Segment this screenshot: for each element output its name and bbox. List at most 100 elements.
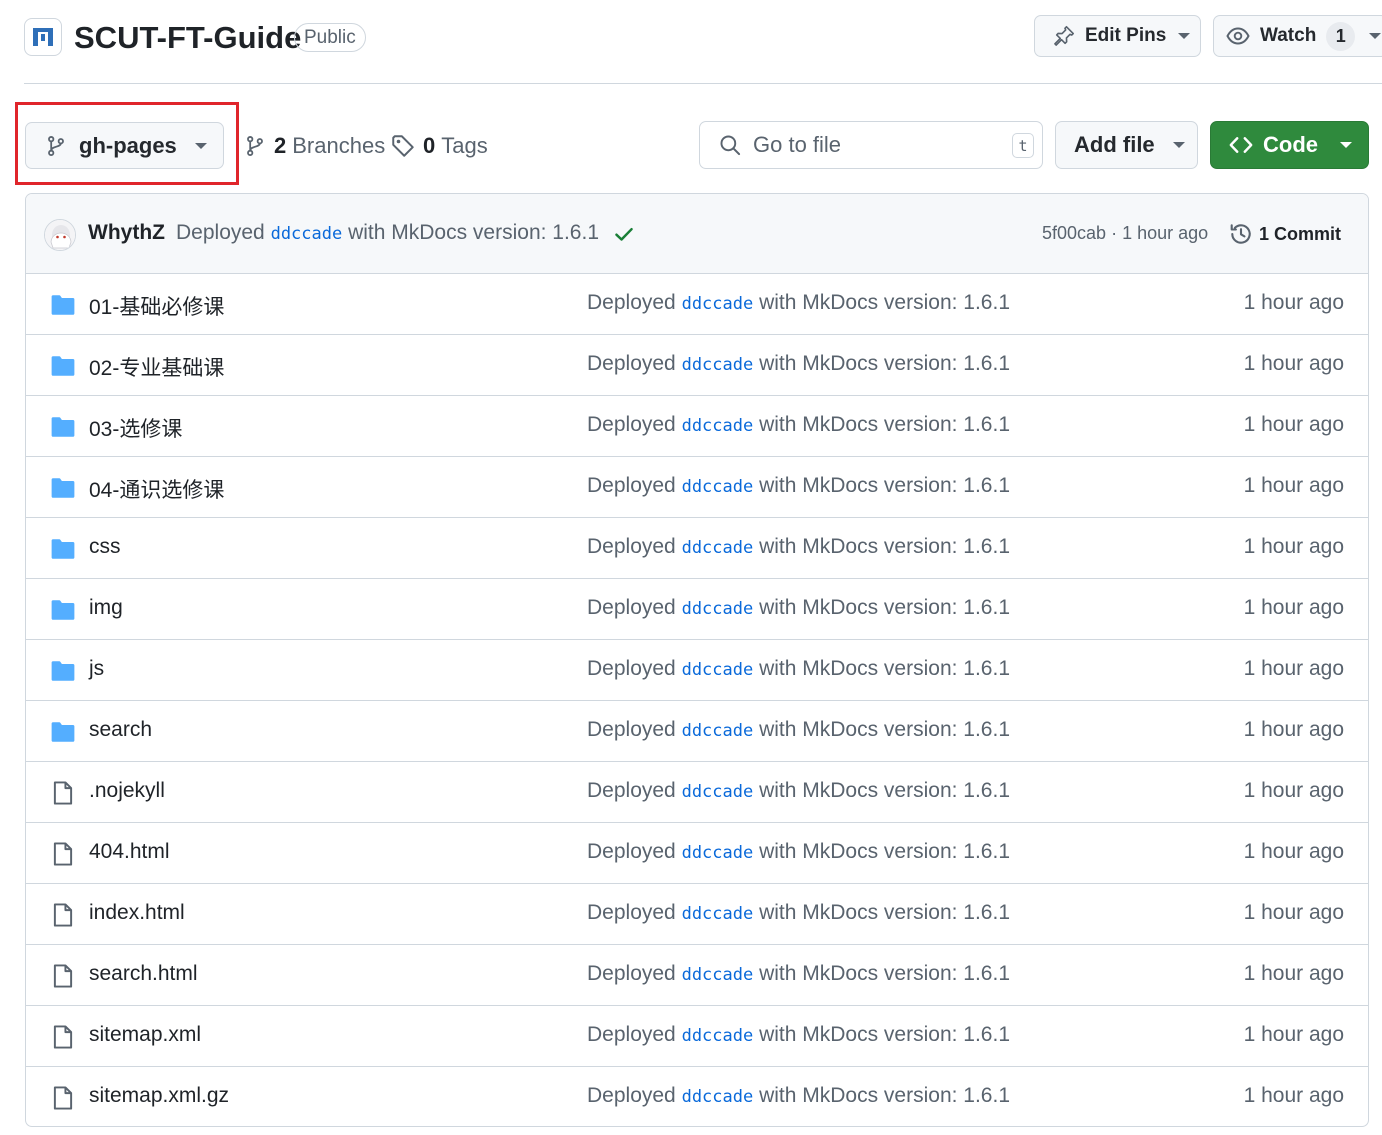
edit-pins-label: Edit Pins [1085,25,1167,46]
table-row[interactable]: 03-选修课 Deployed ddccade with MkDocs versi… [26,396,1368,457]
row-commit-message[interactable]: Deployed ddccade with MkDocs version: 1.… [587,962,1010,986]
file-name-link[interactable]: css [89,535,121,559]
row-commit-suffix: with MkDocs version: 1.6.1 [759,1084,1011,1107]
table-row[interactable]: sitemap.xml.gz Deployed ddccade with MkDo… [26,1067,1368,1126]
row-commit-message[interactable]: Deployed ddccade with MkDocs version: 1.… [587,901,1010,925]
row-commit-sha-link[interactable]: ddccade [682,1087,754,1107]
commit-message[interactable]: Deployed ddccade with MkDocs version: 1.… [176,221,599,245]
file-name-link[interactable]: sitemap.xml [89,1023,201,1047]
row-commit-sha-link[interactable]: ddccade [682,782,754,802]
row-commit-sha-link[interactable]: ddccade [682,660,754,680]
file-name-link[interactable]: 404.html [89,840,170,864]
table-row[interactable]: index.html Deployed ddccade with MkDocs v… [26,884,1368,945]
row-commit-message[interactable]: Deployed ddccade with MkDocs version: 1.… [587,352,1010,376]
row-commit-message[interactable]: Deployed ddccade with MkDocs version: 1.… [587,535,1010,559]
user-avatar-icon [45,220,75,250]
go-to-file-search[interactable]: t [699,121,1043,169]
row-commit-sha-link[interactable]: ddccade [682,1026,754,1046]
table-row[interactable]: css Deployed ddccade with MkDocs version:… [26,518,1368,579]
row-commit-time: 1 hour ago [1243,596,1344,619]
repo-avatar[interactable] [24,18,62,56]
row-commit-sha-link[interactable]: ddccade [682,843,754,863]
file-name-link[interactable]: search.html [89,962,198,986]
table-row[interactable]: 04-通识选修课 Deployed ddccade with MkDocs ver… [26,457,1368,518]
row-commit-message[interactable]: Deployed ddccade with MkDocs version: 1.… [587,1023,1010,1047]
repo-name[interactable]: SCUT-FT-Guide [74,18,301,58]
row-commit-message[interactable]: Deployed ddccade with MkDocs version: 1.… [587,840,1010,864]
pin-icon [1054,25,1075,46]
row-commit-time: 1 hour ago [1243,1084,1344,1107]
add-file-label: Add file [1074,132,1155,157]
search-input[interactable] [753,132,993,158]
table-row[interactable]: js Deployed ddccade with MkDocs version: … [26,640,1368,701]
row-commit-message[interactable]: Deployed ddccade with MkDocs version: 1.… [587,474,1010,498]
row-commit-prefix: Deployed [587,1023,676,1046]
row-commit-suffix: with MkDocs version: 1.6.1 [759,291,1011,314]
avatar[interactable] [44,219,76,251]
table-row[interactable]: 02-专业基础课 Deployed ddccade with MkDocs ver… [26,335,1368,396]
row-commit-sha-link[interactable]: ddccade [682,477,754,497]
tags-link[interactable]: 0 Tags [391,130,488,162]
commit-sha-link[interactable]: ddccade [271,224,343,244]
row-commit-sha-link[interactable]: ddccade [682,965,754,985]
add-file-button[interactable]: Add file [1055,121,1198,169]
folder-icon [51,478,75,498]
row-commit-message[interactable]: Deployed ddccade with MkDocs version: 1.… [587,1084,1010,1108]
commit-short-sha[interactable]: 5f00cab [1042,223,1106,243]
commits-link[interactable]: 1 Commit [1229,220,1341,248]
table-row[interactable]: 01-基础必修课 Deployed ddccade with MkDocs ver… [26,274,1368,335]
row-commit-sha-link[interactable]: ddccade [682,721,754,741]
row-commit-sha-link[interactable]: ddccade [682,294,754,314]
row-commit-sha-link[interactable]: ddccade [682,599,754,619]
row-commit-message[interactable]: Deployed ddccade with MkDocs version: 1.… [587,657,1010,681]
check-icon[interactable] [613,223,635,245]
commit-message-prefix: Deployed [176,221,265,244]
row-commit-sha-link[interactable]: ddccade [682,904,754,924]
file-name-link[interactable]: 02-专业基础课 [89,352,224,382]
file-name-link[interactable]: 01-基础必修课 [89,291,224,321]
edit-pins-button[interactable]: Edit Pins [1034,15,1201,57]
watch-button[interactable]: Watch 1 [1213,15,1382,57]
branch-selector[interactable]: gh-pages [25,122,224,169]
table-row[interactable]: .nojekyll Deployed ddccade with MkDocs ve… [26,762,1368,823]
tag-icon [392,135,414,157]
table-row[interactable]: 404.html Deployed ddccade with MkDocs ver… [26,823,1368,884]
table-row[interactable]: search Deployed ddccade with MkDocs versi… [26,701,1368,762]
code-button[interactable]: Code [1210,121,1369,169]
table-row[interactable]: img Deployed ddccade with MkDocs version:… [26,579,1368,640]
row-commit-suffix: with MkDocs version: 1.6.1 [759,840,1011,863]
row-commit-suffix: with MkDocs version: 1.6.1 [759,596,1011,619]
repo-header: SCUT-FT-Guide Public Edit Pins Watch 1 [24,0,1382,84]
row-commit-sha-link[interactable]: ddccade [682,416,754,436]
branches-link[interactable]: 2 Branches [244,130,385,162]
commit-author[interactable]: WhythZ [88,221,165,245]
file-name-link[interactable]: js [89,657,104,681]
table-row[interactable]: search.html Deployed ddccade with MkDocs … [26,945,1368,1006]
row-commit-time: 1 hour ago [1243,657,1344,680]
row-commit-time: 1 hour ago [1243,901,1344,924]
row-commit-time: 1 hour ago [1243,779,1344,802]
row-commit-prefix: Deployed [587,291,676,314]
file-name-link[interactable]: index.html [89,901,185,925]
row-commit-message[interactable]: Deployed ddccade with MkDocs version: 1.… [587,413,1010,437]
row-commit-sha-link[interactable]: ddccade [682,538,754,558]
row-commit-prefix: Deployed [587,413,676,436]
row-commit-message[interactable]: Deployed ddccade with MkDocs version: 1.… [587,291,1010,315]
row-commit-message[interactable]: Deployed ddccade with MkDocs version: 1.… [587,779,1010,803]
file-name-link[interactable]: .nojekyll [89,779,165,803]
row-commit-sha-link[interactable]: ddccade [682,355,754,375]
branches-count: 2 [274,133,287,158]
file-name-link[interactable]: search [89,718,152,742]
file-name-link[interactable]: 04-通识选修课 [89,474,224,504]
tags-count: 0 [423,133,436,158]
file-name-link[interactable]: 03-选修课 [89,413,182,443]
commit-separator: · [1111,223,1118,243]
search-icon [720,135,741,156]
table-row[interactable]: sitemap.xml Deployed ddccade with MkDocs … [26,1006,1368,1067]
chevron-down-icon [1369,33,1382,39]
row-commit-prefix: Deployed [587,535,676,558]
file-name-link[interactable]: sitemap.xml.gz [89,1084,229,1108]
row-commit-message[interactable]: Deployed ddccade with MkDocs version: 1.… [587,596,1010,620]
file-name-link[interactable]: img [89,596,123,620]
row-commit-message[interactable]: Deployed ddccade with MkDocs version: 1.… [587,718,1010,742]
